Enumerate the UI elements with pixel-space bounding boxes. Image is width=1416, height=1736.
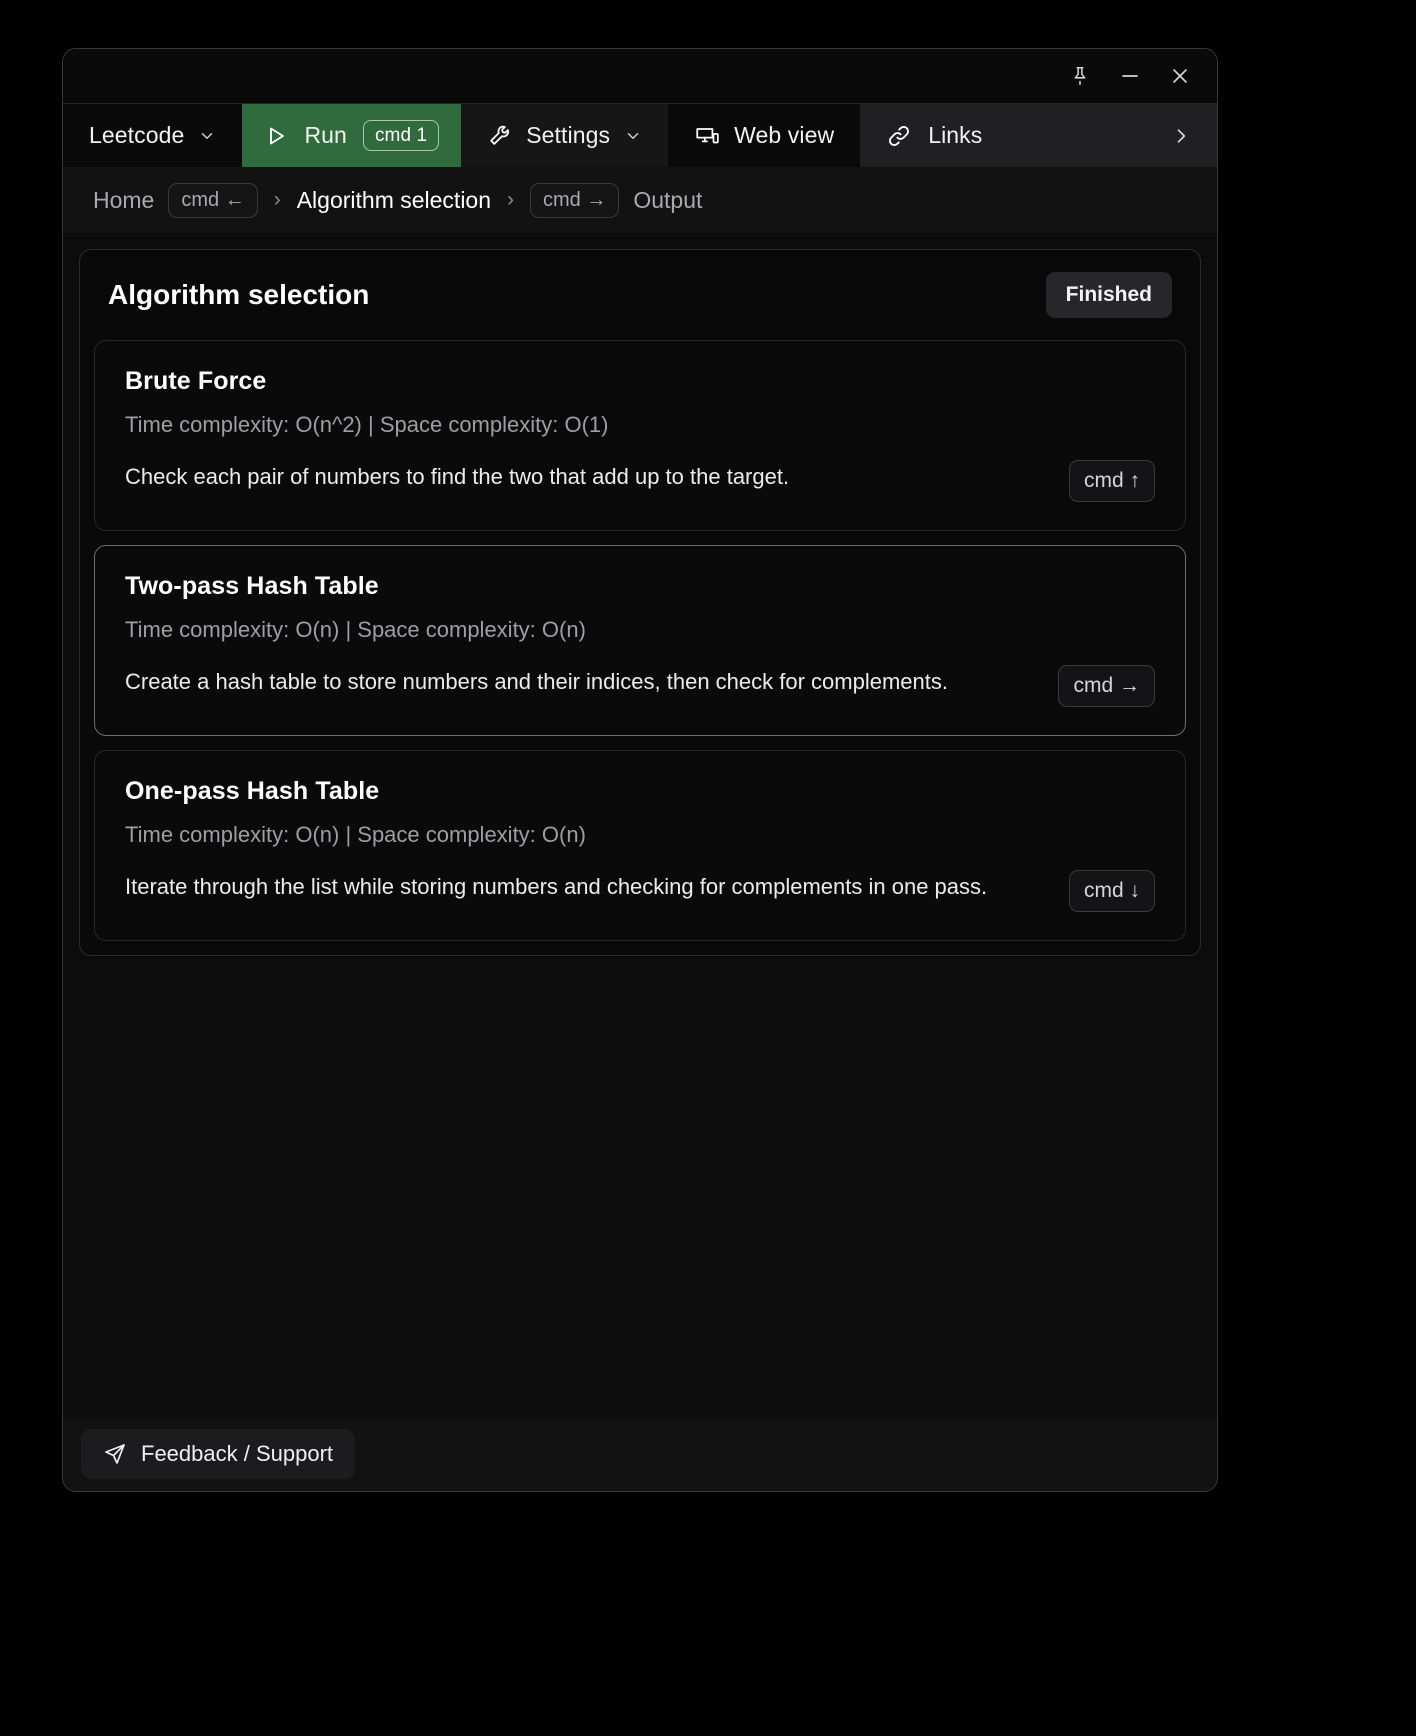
algorithm-title: Two-pass Hash Table — [125, 572, 379, 600]
run-shortcut-pill: cmd 1 — [362, 119, 440, 152]
algorithm-complexity: Time complexity: O(n^2) | Space complexi… — [125, 412, 609, 437]
chevron-down-icon — [198, 127, 216, 145]
algorithm-description: Iterate through the list while storing n… — [125, 874, 988, 899]
status-badge: Finished — [1045, 272, 1172, 318]
settings-button[interactable]: Settings — [461, 104, 669, 167]
breadcrumb-item-output[interactable]: Output — [633, 187, 702, 214]
links-button[interactable]: Links — [860, 104, 1217, 167]
content-area: Algorithm selection Finished Brute Force… — [63, 233, 1217, 1417]
pin-icon[interactable] — [1057, 57, 1103, 95]
algorithm-card-footer: Iterate through the list while storing n… — [125, 870, 1155, 912]
breadcrumb-next-shortcut: cmd → — [530, 182, 620, 218]
settings-label: Settings — [526, 122, 611, 148]
app-menu-label: Leetcode — [89, 122, 185, 148]
app-window: Leetcode Run cmd 1 Settings Web view Lin… — [62, 48, 1218, 1492]
algorithm-complexity: Time complexity: O(n) | Space complexity… — [125, 822, 586, 847]
algorithm-shortcut-pill: cmd ↑ — [1068, 460, 1155, 502]
breadcrumb: Home cmd ← › Algorithm selection › cmd →… — [63, 167, 1217, 233]
algorithm-title: One-pass Hash Table — [125, 777, 380, 805]
footer-bar: Feedback / Support — [63, 1417, 1217, 1491]
breadcrumb-item-home[interactable]: Home — [93, 187, 154, 214]
algorithm-title: Brute Force — [125, 367, 267, 395]
chevron-right-icon[interactable] — [1171, 126, 1191, 146]
breadcrumb-item-current: Algorithm selection — [296, 186, 492, 213]
wrench-icon — [487, 123, 512, 148]
algorithm-card-footer: Check each pair of numbers to find the t… — [125, 460, 1155, 502]
algorithm-card-two-pass-hash-table[interactable]: Two-pass Hash Table Time complexity: O(n… — [94, 545, 1186, 736]
title-bar — [63, 49, 1217, 103]
algorithm-card-brute-force[interactable]: Brute Force Time complexity: O(n^2) | Sp… — [94, 340, 1186, 531]
minimize-icon[interactable] — [1107, 57, 1153, 95]
chevron-down-icon — [624, 127, 642, 145]
algorithm-description: Create a hash table to store numbers and… — [125, 669, 948, 694]
algorithm-description: Check each pair of numbers to find the t… — [125, 464, 790, 489]
toolbar: Leetcode Run cmd 1 Settings Web view Lin… — [63, 103, 1217, 167]
breadcrumb-separator: › — [273, 188, 281, 211]
breadcrumb-separator: › — [507, 188, 515, 211]
algorithm-selection-panel: Algorithm selection Finished Brute Force… — [79, 249, 1201, 956]
web-view-label: Web view — [734, 122, 835, 148]
close-icon[interactable] — [1157, 57, 1203, 95]
monitor-phone-icon — [694, 123, 720, 149]
run-label: Run — [304, 122, 347, 148]
app-menu-leetcode[interactable]: Leetcode — [63, 104, 243, 167]
links-label: Links — [928, 122, 983, 148]
algorithm-shortcut-pill: cmd → — [1058, 665, 1155, 707]
breadcrumb-home-shortcut: cmd ← — [168, 182, 258, 218]
run-button[interactable]: Run cmd 1 — [242, 104, 462, 167]
send-icon — [103, 1442, 127, 1466]
feedback-support-label: Feedback / Support — [141, 1441, 334, 1466]
link-icon — [886, 123, 912, 149]
algorithm-complexity: Time complexity: O(n) | Space complexity… — [125, 617, 586, 642]
algorithm-shortcut-pill: cmd ↓ — [1068, 870, 1155, 912]
play-icon — [264, 124, 288, 148]
panel-header: Algorithm selection Finished — [80, 250, 1200, 340]
algorithm-card-one-pass-hash-table[interactable]: One-pass Hash Table Time complexity: O(n… — [94, 750, 1186, 941]
algorithm-card-footer: Create a hash table to store numbers and… — [125, 665, 1155, 707]
algorithm-list: Brute Force Time complexity: O(n^2) | Sp… — [80, 340, 1200, 955]
feedback-support-button[interactable]: Feedback / Support — [81, 1429, 356, 1479]
web-view-button[interactable]: Web view — [668, 104, 861, 167]
page-title: Algorithm selection — [108, 279, 370, 310]
